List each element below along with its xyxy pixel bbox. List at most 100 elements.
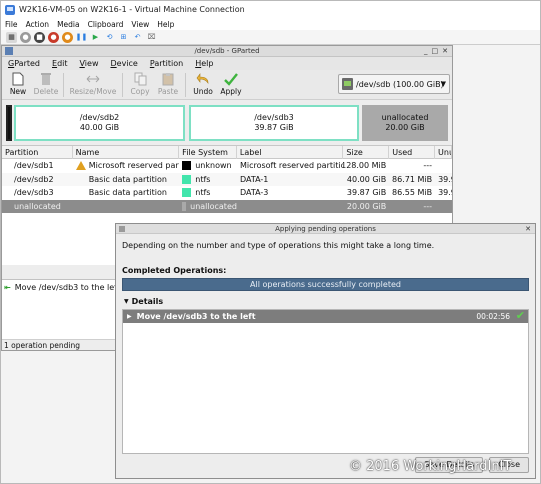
row-used: --- — [423, 201, 433, 211]
collapsed-arrow-icon[interactable]: ▶ — [127, 313, 132, 320]
minimize-icon[interactable]: _ — [424, 47, 428, 55]
menu-edit[interactable]: Edit — [52, 59, 68, 68]
partition-block-size: 39.87 GiB — [254, 123, 294, 132]
undo-icon — [196, 72, 210, 86]
close-icon[interactable]: ✕ — [525, 224, 531, 234]
start-icon[interactable]: ● — [20, 31, 31, 43]
copy-button[interactable]: Copy — [126, 70, 154, 100]
gparted-toolbar: New Delete Resize/Move Copy Paste Undo A… — [2, 70, 452, 100]
operation-time: 00:02:56 — [476, 312, 510, 321]
revert-icon[interactable]: ↶ — [132, 31, 143, 43]
turn-off-icon[interactable]: ■ — [34, 31, 45, 43]
column-size[interactable]: Size — [343, 145, 390, 159]
enhanced-session-icon[interactable]: ⌧ — [146, 31, 157, 43]
table-row[interactable]: /dev/sdb2 Basic data partition ntfs DATA… — [2, 172, 452, 187]
gparted-titlebar: /dev/sdb - GParted _ □ ✕ — [2, 46, 452, 57]
paste-button[interactable]: Paste — [154, 70, 182, 100]
column-file-system[interactable]: File System — [179, 145, 237, 159]
resize-move-button[interactable]: Resize/Move — [67, 70, 119, 100]
resume-icon[interactable]: ▶ — [90, 31, 101, 43]
disk-partition-map: /dev/sdb2 40.00 GiB /dev/sdb3 39.87 GiB … — [2, 100, 452, 146]
details-list: ▶ Move /dev/sdb3 to the left 00:02:56 ✔ — [122, 309, 529, 454]
device-selector[interactable]: /dev/sdb (100.00 GiB) ▼ — [338, 74, 450, 94]
maximize-icon[interactable]: □ — [432, 47, 439, 55]
undo-button[interactable]: Undo — [189, 70, 217, 100]
apply-button[interactable]: Apply — [217, 70, 245, 100]
gparted-menubar: GParted Edit View Device Partition Help — [2, 57, 452, 70]
row-size: 40.00 GiB — [346, 174, 387, 184]
row-unused: 39.9 — [438, 174, 452, 184]
column-unused[interactable]: Unu — [435, 145, 452, 159]
row-unused — [435, 200, 452, 214]
partition-block-sdb2[interactable]: /dev/sdb2 40.00 GiB — [14, 105, 185, 141]
vm-window-title: W2K16-VM-05 on W2K16-1 - Virtual Machine… — [19, 5, 245, 14]
new-label: New — [9, 87, 27, 96]
row-label: DATA-3 — [239, 188, 269, 197]
menu-help[interactable]: Help — [195, 59, 213, 68]
resize-move-label: Resize/Move — [69, 87, 117, 96]
row-fs: ntfs — [179, 186, 237, 200]
details-expander[interactable]: ▼ Details — [116, 296, 535, 307]
row-size: 39.87 GiB — [346, 188, 387, 197]
row-fs-text: ntfs — [195, 188, 211, 197]
fs-color-swatch — [182, 188, 192, 198]
table-row[interactable]: /dev/sdb3 Basic data partition ntfs DATA… — [2, 186, 452, 200]
toolbar-separator — [63, 73, 64, 97]
vm-menu-clipboard[interactable]: Clipboard — [88, 20, 124, 29]
success-check-icon: ✔ — [515, 309, 525, 322]
table-row[interactable]: /dev/sdb1 Microsoft reserved partition u… — [2, 159, 452, 173]
menu-partition[interactable]: Partition — [150, 59, 183, 68]
menu-gparted[interactable]: GParted — [8, 59, 40, 68]
copy-label: Copy — [130, 87, 150, 96]
save-state-icon[interactable]: ● — [62, 31, 73, 43]
table-row-selected[interactable]: unallocated unallocated 20.00 GiB --- — [2, 199, 452, 214]
vm-menu-help[interactable]: Help — [157, 20, 174, 29]
partition-block-name: /dev/sdb3 — [254, 113, 294, 122]
delete-label: Delete — [33, 87, 59, 96]
partition-block-sdb3[interactable]: /dev/sdb3 39.87 GiB — [189, 105, 359, 141]
column-used[interactable]: Used — [389, 145, 436, 159]
row-partition: unallocated — [14, 201, 61, 211]
column-name[interactable]: Name — [73, 145, 180, 159]
partition-table-header: Partition Name File System Label Size Us… — [2, 145, 452, 159]
resize-move-icon — [86, 72, 100, 86]
reset-icon[interactable]: ⟲ — [104, 31, 115, 43]
pending-operation-item[interactable]: ⇤ Move /dev/sdb3 to the left — [2, 280, 120, 295]
delete-button[interactable]: Delete — [32, 70, 60, 100]
dialog-app-icon — [119, 226, 125, 232]
vm-menubar: File Action Media Clipboard View Help — [1, 18, 540, 30]
menu-device[interactable]: Device — [110, 59, 137, 68]
dialog-title: Applying pending operations — [275, 225, 376, 233]
fs-color-swatch — [182, 174, 192, 184]
pending-operation-text: Move /dev/sdb3 to the left — [14, 283, 120, 292]
checkpoint-icon[interactable]: ⊞ — [118, 31, 129, 43]
toolbar-separator — [185, 73, 186, 97]
column-partition[interactable]: Partition — [2, 145, 73, 159]
row-fs-text: unallocated — [190, 201, 237, 211]
row-fs: unknown — [179, 159, 237, 173]
gparted-title: /dev/sdb - GParted — [194, 47, 260, 55]
operation-row[interactable]: ▶ Move /dev/sdb3 to the left 00:02:56 ✔ — [123, 309, 528, 323]
dialog-titlebar: Applying pending operations ✕ — [116, 224, 535, 234]
vm-menu-action[interactable]: Action — [26, 20, 50, 29]
column-label[interactable]: Label — [237, 145, 344, 159]
vm-menu-media[interactable]: Media — [57, 20, 80, 29]
checkmark-icon — [224, 72, 238, 86]
ctrl-alt-del-icon[interactable]: ▦ — [6, 31, 17, 43]
pause-icon[interactable]: ❚❚ — [76, 31, 87, 43]
apply-label: Apply — [220, 87, 242, 96]
partition-block-unallocated[interactable]: unallocated 20.00 GiB — [362, 105, 448, 141]
close-icon[interactable]: ✕ — [442, 47, 448, 55]
new-button[interactable]: New — [4, 70, 32, 100]
row-fs: ntfs — [179, 173, 237, 187]
paste-icon — [161, 72, 175, 86]
vm-menu-view[interactable]: View — [131, 20, 149, 29]
paste-label: Paste — [157, 87, 179, 96]
menu-view[interactable]: View — [80, 59, 99, 68]
partition-block-sdb1[interactable] — [6, 105, 12, 141]
vm-menu-file[interactable]: File — [5, 20, 18, 29]
shutdown-icon[interactable]: ● — [48, 31, 59, 43]
row-fs-text: ntfs — [195, 174, 211, 184]
row-partition: /dev/sdb2 — [14, 174, 54, 184]
vm-toolbar: ▦ ● ■ ● ● ❚❚ ▶ ⟲ ⊞ ↶ ⌧ — [1, 30, 540, 45]
